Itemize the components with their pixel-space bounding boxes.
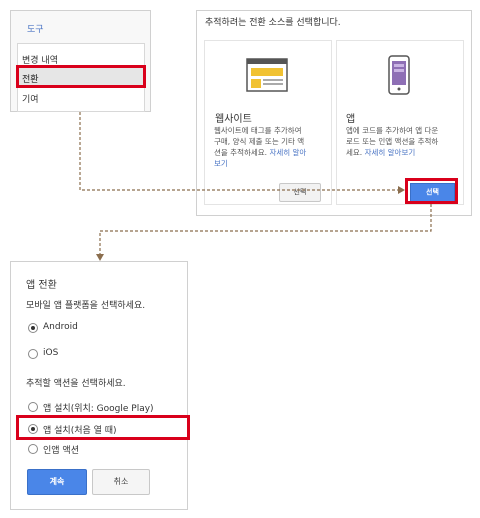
cancel-button[interactable]: 취소	[92, 469, 150, 495]
platform-prompt: 모바일 앱 플랫폼을 선택하세요.	[26, 301, 146, 311]
action-prompt: 추적할 액션을 선택하세요.	[26, 379, 126, 389]
android-radio[interactable]	[28, 323, 38, 333]
install-google-play-label[interactable]: 앱 설치(위치: Google Play)	[43, 401, 154, 414]
app-phone-icon	[388, 55, 410, 95]
ios-radio[interactable]	[28, 349, 38, 359]
website-card-description: 웹사이트에 태그를 추가하여 구매, 양식 제출 또는 기타 액 션을 추적하세…	[214, 126, 307, 168]
highlight-first-open	[16, 415, 190, 440]
app-conversion-title: 앱 전환	[26, 280, 57, 291]
website-icon	[246, 58, 288, 92]
app-card-description: 앱에 코드를 추가하여 앱 다운 로드 또는 인앱 액션을 추적하 세요. 자세…	[346, 126, 439, 157]
ios-label[interactable]: iOS	[43, 348, 58, 358]
app-learn-more-link[interactable]: 자세히 알아보기	[365, 148, 416, 157]
website-select-button[interactable]: 선택	[279, 183, 321, 202]
in-app-action-radio[interactable]	[28, 444, 38, 454]
menu-item-attribution[interactable]: 기여	[22, 92, 39, 105]
tools-menu-title[interactable]: 도구	[27, 22, 44, 35]
website-learn-more-link[interactable]: 자세히 알아	[269, 148, 306, 157]
install-google-play-radio[interactable]	[28, 402, 38, 412]
arrowhead-down	[96, 254, 104, 261]
highlight-conversions	[16, 65, 146, 88]
source-panel-title: 추적하려는 전환 소스를 선택합니다.	[205, 18, 341, 28]
app-card-title: 앱	[346, 114, 356, 125]
highlight-app-select	[405, 178, 458, 204]
continue-button[interactable]: 계속	[27, 469, 87, 495]
android-label[interactable]: Android	[43, 322, 78, 332]
website-card-title: 웹사이트	[215, 114, 252, 125]
in-app-action-label[interactable]: 인앱 액션	[43, 443, 79, 456]
